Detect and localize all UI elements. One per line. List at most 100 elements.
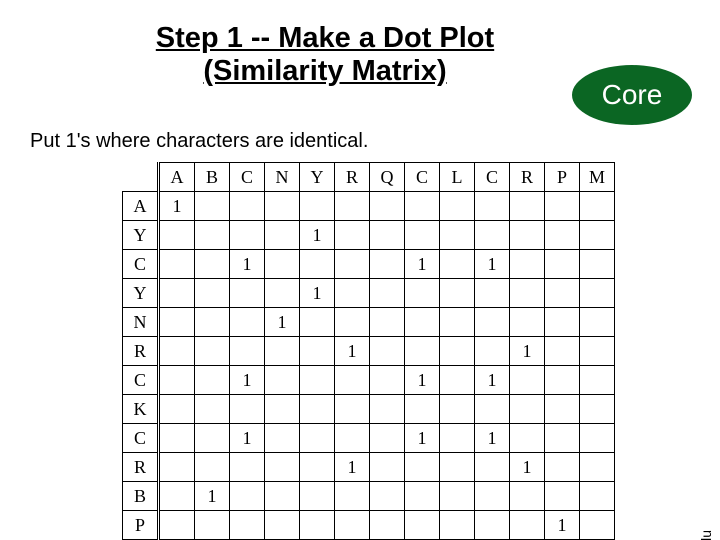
- matrix-cell: [545, 424, 580, 453]
- matrix-cell: [545, 337, 580, 366]
- matrix-col-header: M: [580, 163, 615, 192]
- matrix-cell: [230, 482, 265, 511]
- matrix-row-header: Y: [123, 279, 159, 308]
- matrix-cell: 1: [405, 366, 440, 395]
- matrix-cell: [335, 308, 370, 337]
- matrix-cell: 1: [510, 453, 545, 482]
- matrix-cell: [545, 221, 580, 250]
- matrix-cell: [580, 395, 615, 424]
- matrix-cell: [195, 366, 230, 395]
- matrix-row-header: K: [123, 395, 159, 424]
- matrix-cell: [335, 395, 370, 424]
- matrix-row-header: C: [123, 250, 159, 279]
- matrix-cell: [405, 395, 440, 424]
- matrix-cell: 1: [300, 279, 335, 308]
- matrix-cell: 1: [335, 453, 370, 482]
- matrix-cell: [300, 482, 335, 511]
- slide-title: Step 1 -- Make a Dot Plot (Similarity Ma…: [0, 22, 650, 89]
- matrix-cell: [159, 424, 195, 453]
- matrix-header: ABCNYRQCLCRPM: [123, 163, 615, 192]
- matrix-cell: [475, 482, 510, 511]
- matrix-cell: 1: [545, 511, 580, 540]
- matrix-cell: 1: [159, 192, 195, 221]
- matrix-cell: [230, 192, 265, 221]
- footer-credit: 6 (c) Mark Gerstein, 2002, Yale, bioinfo…: [698, 530, 714, 540]
- core-badge: Core: [572, 65, 692, 125]
- title-line-2: (Similarity Matrix): [203, 55, 446, 87]
- matrix-cell: [510, 192, 545, 221]
- matrix-cell: [370, 279, 405, 308]
- matrix-col-header: P: [545, 163, 580, 192]
- matrix-row-header: B: [123, 482, 159, 511]
- matrix-cell: [300, 395, 335, 424]
- matrix-col-header: L: [440, 163, 475, 192]
- matrix-col-header: B: [195, 163, 230, 192]
- matrix-row-header: P: [123, 511, 159, 540]
- matrix-cell: [300, 337, 335, 366]
- matrix-col-header: C: [475, 163, 510, 192]
- matrix-cell: [440, 192, 475, 221]
- matrix-cell: [159, 366, 195, 395]
- matrix-cell: [195, 424, 230, 453]
- matrix-cell: [405, 453, 440, 482]
- instruction-text: Put 1's where characters are identical.: [30, 130, 368, 153]
- matrix-corner: [123, 163, 159, 192]
- matrix-cell: [580, 279, 615, 308]
- matrix-cell: [335, 250, 370, 279]
- matrix-col-header: R: [510, 163, 545, 192]
- matrix-cell: [405, 221, 440, 250]
- matrix-cell: [265, 424, 300, 453]
- matrix-cell: [265, 250, 300, 279]
- matrix-row-header: C: [123, 366, 159, 395]
- matrix-cell: [545, 308, 580, 337]
- matrix-col-header: Q: [370, 163, 405, 192]
- matrix-cell: [335, 424, 370, 453]
- matrix-cell: [265, 192, 300, 221]
- matrix-cell: 1: [475, 424, 510, 453]
- matrix-cell: [475, 308, 510, 337]
- matrix-cell: [440, 366, 475, 395]
- matrix-cell: [580, 424, 615, 453]
- matrix-cell: 1: [510, 337, 545, 366]
- matrix-cell: [265, 395, 300, 424]
- matrix-cell: [440, 424, 475, 453]
- matrix-col-header: Y: [300, 163, 335, 192]
- matrix-cell: [159, 511, 195, 540]
- matrix-cell: [370, 250, 405, 279]
- matrix-cell: [265, 482, 300, 511]
- matrix-cell: 1: [335, 337, 370, 366]
- matrix-cell: [370, 395, 405, 424]
- matrix-cell: [370, 366, 405, 395]
- matrix-row-header: N: [123, 308, 159, 337]
- matrix-cell: [195, 395, 230, 424]
- matrix-cell: [405, 511, 440, 540]
- matrix-col-header: C: [405, 163, 440, 192]
- matrix-cell: [580, 221, 615, 250]
- matrix-cell: [159, 279, 195, 308]
- matrix-cell: [440, 221, 475, 250]
- matrix-cell: [230, 279, 265, 308]
- matrix-col-header: R: [335, 163, 370, 192]
- matrix-cell: [545, 395, 580, 424]
- matrix-cell: [370, 424, 405, 453]
- matrix-cell: [510, 308, 545, 337]
- matrix-cell: [545, 279, 580, 308]
- matrix-cell: [580, 482, 615, 511]
- matrix-cell: [545, 192, 580, 221]
- matrix-cell: [580, 453, 615, 482]
- matrix-cell: [580, 192, 615, 221]
- matrix-cell: [510, 366, 545, 395]
- matrix-cell: [475, 395, 510, 424]
- matrix-cell: [265, 279, 300, 308]
- matrix-cell: [159, 482, 195, 511]
- matrix-cell: [335, 279, 370, 308]
- matrix-cell: [195, 511, 230, 540]
- matrix-cell: [580, 337, 615, 366]
- matrix-cell: [510, 279, 545, 308]
- matrix-cell: [475, 511, 510, 540]
- matrix-cell: [510, 482, 545, 511]
- matrix-cell: [440, 511, 475, 540]
- matrix-cell: [545, 250, 580, 279]
- matrix-row-header: R: [123, 453, 159, 482]
- matrix-cell: [370, 337, 405, 366]
